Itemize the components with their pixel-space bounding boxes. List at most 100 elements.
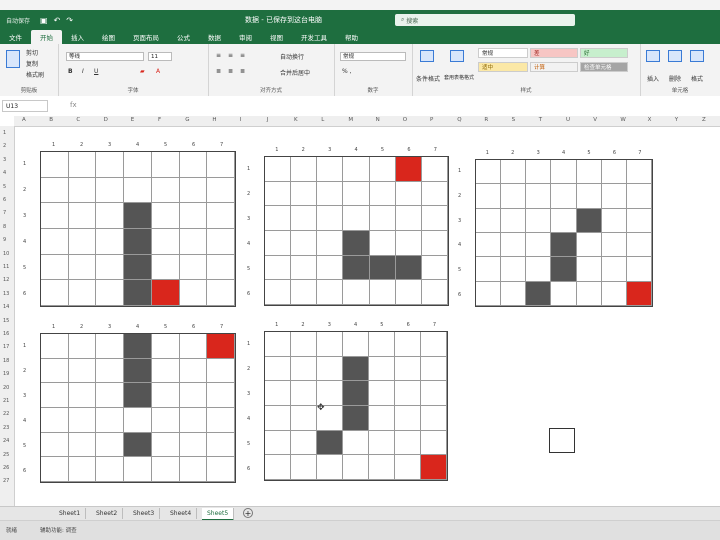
fx-icon[interactable]: fx [70,101,77,109]
row-header[interactable]: 21 [3,398,9,404]
empty-cell[interactable] [68,358,97,384]
column-header[interactable]: I [240,117,242,123]
worksheet[interactable]: ABCDEFGHIJKLMNOPQRSTUVWXYZ 1 2 3 4 5 6 7 8 9 10 11… [0,116,720,506]
empty-cell[interactable] [601,257,627,282]
empty-cell[interactable] [265,455,291,480]
empty-cell[interactable] [317,455,343,480]
empty-cell[interactable] [96,177,125,204]
bold-icon[interactable]: B [68,68,73,75]
column-header[interactable]: C [76,117,80,123]
empty-cell[interactable] [124,407,152,433]
empty-cell[interactable] [421,430,447,456]
column-header[interactable]: B [49,117,53,123]
empty-cell[interactable] [317,255,344,281]
empty-cell[interactable] [96,334,125,359]
empty-cell[interactable] [291,332,317,357]
empty-cell[interactable] [41,228,69,255]
filled-cell[interactable] [343,405,369,431]
empty-cell[interactable] [395,206,422,231]
empty-cell[interactable] [207,228,235,255]
row-header[interactable]: 11 [3,264,9,270]
empty-cell[interactable] [395,181,422,207]
empty-cell[interactable] [551,281,577,306]
column-header[interactable]: H [212,117,216,123]
row-header[interactable]: 19 [3,371,9,377]
table-format-icon[interactable] [450,50,464,62]
style-check-cell[interactable]: 检查单元格 [580,62,628,72]
row-header[interactable]: 1 [3,130,6,136]
empty-cell[interactable] [601,281,627,306]
align-bottom-icon[interactable]: ≡ [240,52,245,59]
empty-cell[interactable] [151,457,180,482]
empty-cell[interactable] [501,281,527,306]
row-header[interactable]: 22 [3,411,9,417]
empty-cell[interactable] [343,280,370,305]
empty-cell[interactable] [265,157,292,182]
filled-cell[interactable] [576,208,602,233]
empty-cell[interactable] [68,228,97,255]
delete-cells-icon[interactable] [668,50,682,62]
ribbon-tab-3[interactable]: 绘图 [93,32,124,44]
empty-cell[interactable] [96,358,125,384]
underline-icon[interactable]: U [94,68,98,75]
empty-cell[interactable] [265,255,292,281]
empty-cell[interactable] [207,407,235,433]
empty-cell[interactable] [41,177,69,204]
empty-cell[interactable] [68,254,97,281]
empty-cell[interactable] [207,152,235,178]
column-header[interactable]: Q [457,117,461,123]
empty-cell[interactable] [179,177,208,204]
empty-cell[interactable] [395,381,421,406]
filled-cell[interactable] [124,383,152,408]
empty-cell[interactable] [291,381,317,406]
filled-cell[interactable] [317,430,343,456]
empty-cell[interactable] [41,254,69,281]
format-cells-button[interactable]: 格式 [691,74,703,83]
row-header[interactable]: 5 [3,184,6,190]
redo-icon[interactable]: ↷ [66,16,73,25]
undo-icon[interactable]: ↶ [54,16,61,25]
empty-cell[interactable] [369,405,395,431]
empty-cell[interactable] [41,152,69,178]
empty-cell[interactable] [476,233,502,258]
search-box[interactable]: ⌕ 搜索 [395,14,575,26]
row-header[interactable]: 12 [3,277,9,283]
empty-cell[interactable] [395,230,422,256]
empty-cell[interactable] [421,332,447,357]
empty-cell[interactable] [179,383,208,408]
empty-cell[interactable] [96,457,125,482]
empty-cell[interactable] [576,257,602,282]
copy-button[interactable]: 复制 [26,59,38,68]
empty-cell[interactable] [68,334,97,359]
row-header[interactable]: 7 [3,210,6,216]
empty-cell[interactable] [207,383,235,408]
empty-cell[interactable] [151,383,180,408]
filled-cell[interactable] [343,230,370,256]
empty-cell[interactable] [317,230,344,256]
ribbon-tab-8[interactable]: 视图 [261,32,292,44]
add-sheet-button[interactable]: + [243,508,253,518]
cut-button[interactable]: 剪切 [26,48,38,57]
empty-cell[interactable] [369,455,395,480]
empty-cell[interactable] [476,184,502,209]
empty-cell[interactable] [626,160,652,185]
italic-icon[interactable]: I [82,68,84,75]
empty-cell[interactable] [421,157,448,182]
autosave-label[interactable]: 自动保存 [6,16,30,25]
row-header[interactable]: 3 [3,157,6,163]
align-right-icon[interactable]: ≣ [240,68,245,75]
empty-cell[interactable] [291,455,317,480]
conditional-format-button[interactable]: 条件格式 [416,74,440,83]
empty-cell[interactable] [369,332,395,357]
filled-cell[interactable] [124,334,152,359]
filled-cell[interactable] [124,432,152,458]
empty-cell[interactable] [179,152,208,178]
empty-cell[interactable] [68,407,97,433]
empty-cell[interactable] [179,457,208,482]
column-header[interactable]: F [158,117,161,123]
row-header[interactable]: 6 [3,197,6,203]
ribbon-tab-2[interactable]: 插入 [62,32,93,44]
empty-cell[interactable] [68,457,97,482]
empty-cell[interactable] [317,280,344,305]
empty-cell[interactable] [526,257,552,282]
